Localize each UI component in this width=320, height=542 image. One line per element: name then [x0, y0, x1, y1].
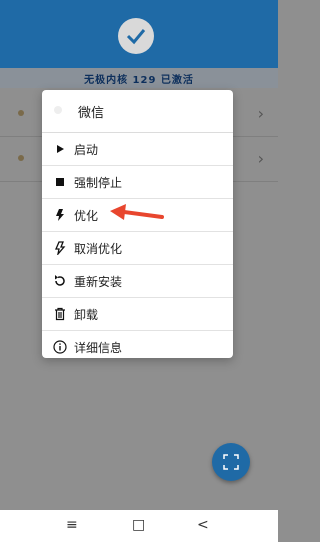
stop-icon [56, 178, 64, 186]
red-arrow-annotation [110, 204, 164, 220]
app-icon [18, 155, 24, 161]
menu-item-label: 详细信息 [74, 341, 123, 355]
chevron-right-icon: › [257, 149, 264, 168]
header [0, 0, 278, 68]
home-button[interactable]: □ [132, 517, 145, 533]
trash-icon [55, 307, 65, 321]
menu-item-reinstall[interactable]: 重新安装 [42, 265, 233, 298]
reinstall-icon [55, 275, 65, 286]
chevron-right-icon: › [257, 104, 264, 123]
lightning-icon [56, 209, 64, 221]
menu-item-start[interactable]: 启动 [42, 133, 233, 166]
menu-header: 微信 [42, 90, 233, 133]
menu-item-force-stop[interactable]: 强制停止 [42, 166, 233, 199]
menu-item-label: 优化 [74, 209, 99, 223]
back-button[interactable]: < [197, 517, 209, 533]
expand-icon [223, 454, 239, 470]
lightning-off-icon [55, 241, 66, 255]
info-icon [53, 340, 67, 354]
app-icon [18, 110, 24, 116]
menu-item-cancel-optimize[interactable]: 取消优化 [42, 232, 233, 265]
status-bar: 无极内核 129 已激活 [0, 68, 278, 88]
play-icon [57, 145, 64, 153]
check-icon [118, 18, 154, 54]
menu-item-uninstall[interactable]: 卸载 [42, 298, 233, 331]
app-name: 微信 [78, 106, 105, 121]
menu-item-details[interactable]: 详细信息 [42, 331, 233, 363]
menu-item-label: 强制停止 [74, 176, 123, 190]
menu-item-label: 卸载 [74, 308, 99, 322]
menu-item-label: 重新安装 [74, 275, 123, 289]
status-text: 无极内核 129 已激活 [84, 75, 194, 86]
bottom-nav: ≡ □ < [0, 510, 278, 542]
menu-item-label: 启动 [74, 143, 99, 157]
expand-fab-button[interactable] [212, 443, 250, 481]
app-icon [54, 106, 62, 114]
menu-item-label: 取消优化 [74, 242, 123, 256]
recent-apps-button[interactable]: ≡ [66, 517, 78, 533]
